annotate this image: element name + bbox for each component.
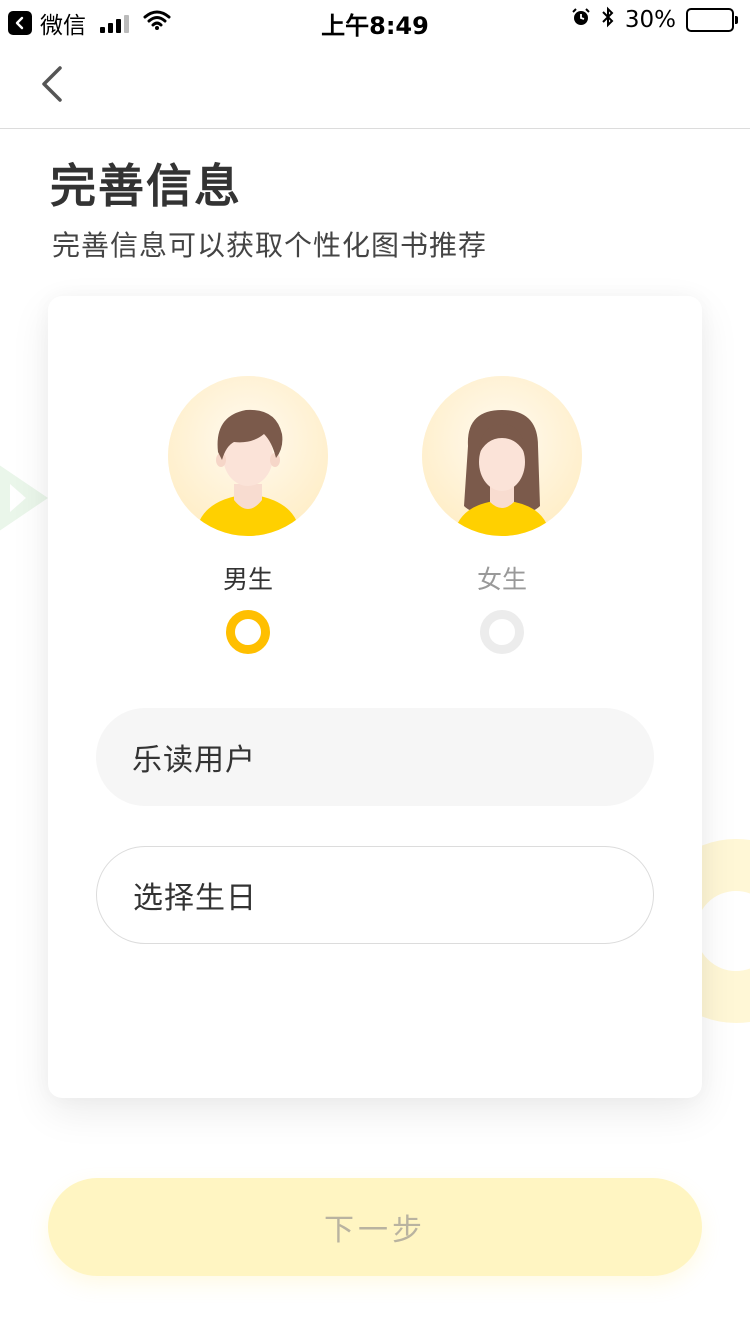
bluetooth-icon <box>601 6 615 34</box>
alarm-icon <box>571 7 591 33</box>
gender-label-female: 女生 <box>476 565 527 594</box>
nickname-input[interactable]: 乐读用户 <box>96 708 654 806</box>
status-bar: 微信 上午8:49 30% <box>0 0 750 40</box>
next-button-label: 下一步 <box>324 1213 426 1248</box>
status-right: 30% <box>571 6 738 34</box>
gender-option-male[interactable]: 男生 <box>168 376 328 654</box>
female-avatar <box>422 376 582 536</box>
birthday-picker[interactable]: 选择生日 <box>96 846 654 944</box>
battery-icon <box>686 8 738 32</box>
next-button[interactable]: 下一步 <box>48 1178 702 1276</box>
male-avatar <box>168 376 328 536</box>
nickname-value: 乐读用户 <box>132 743 256 778</box>
info-card: 男生 女生 乐读用户 选择生日 <box>48 296 702 1098</box>
gender-label-male: 男生 <box>222 565 273 594</box>
page-title: 完善信息 <box>50 159 242 213</box>
radio-female-unselected[interactable] <box>480 610 524 654</box>
decor-play-shape <box>0 452 52 548</box>
nav-bar <box>0 40 750 129</box>
battery-percent: 30% <box>624 7 676 33</box>
back-arrow-icon[interactable] <box>36 62 72 106</box>
gender-option-female[interactable]: 女生 <box>422 376 582 654</box>
page-subtitle: 完善信息可以获取个性化图书推荐 <box>52 229 488 262</box>
radio-male-selected[interactable] <box>226 610 270 654</box>
birthday-placeholder: 选择生日 <box>133 881 257 916</box>
